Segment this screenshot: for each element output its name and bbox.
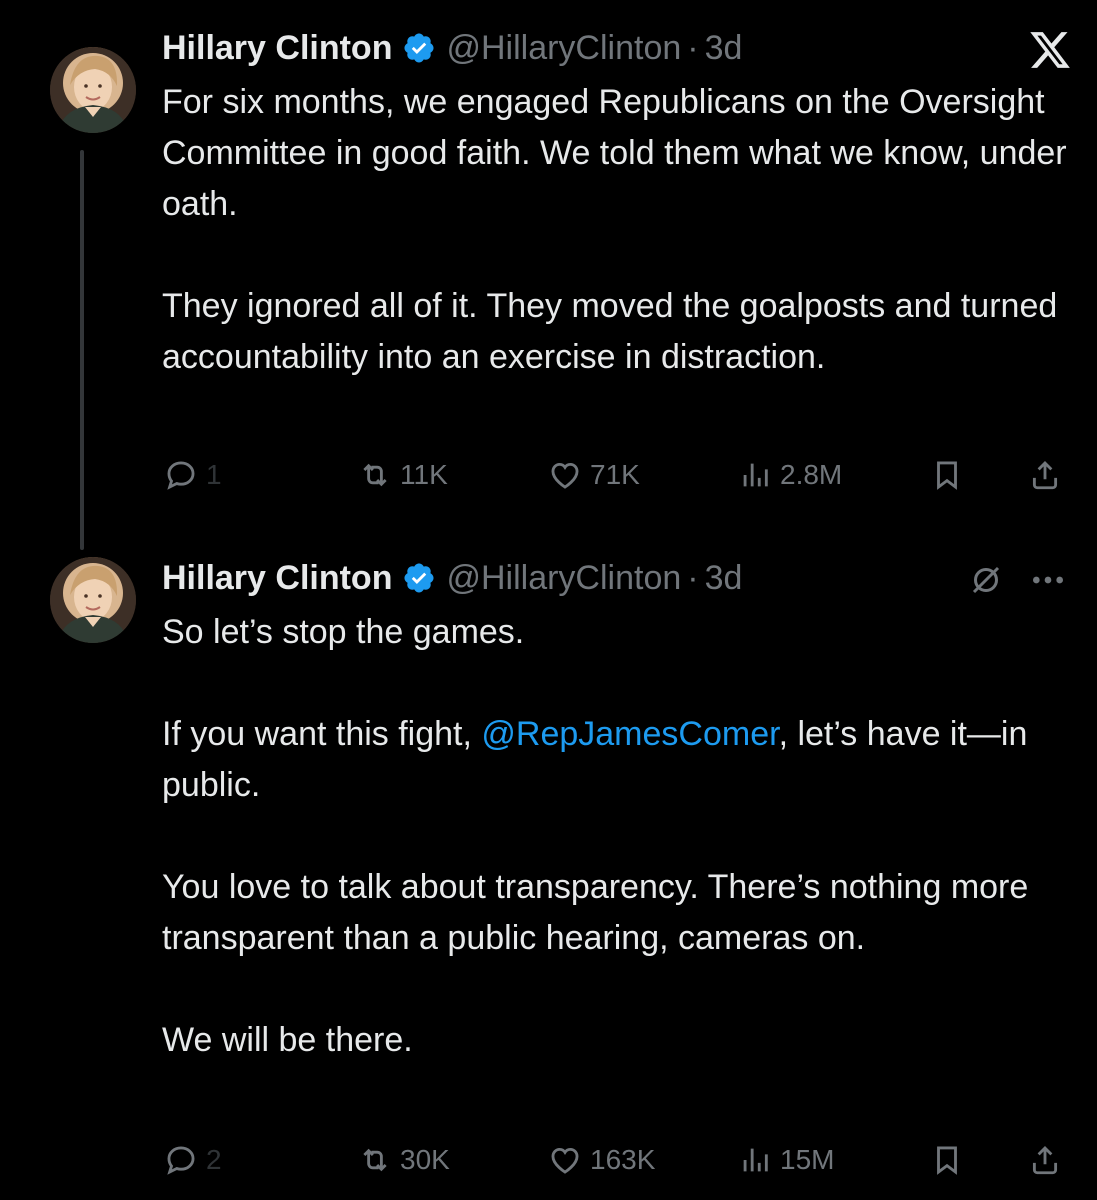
tweet-header: Hillary Clinton @HillaryClinton · 3d <box>162 25 742 71</box>
share-icon <box>1032 460 1058 490</box>
avatar[interactable] <box>50 47 136 133</box>
like-count: 71K <box>590 459 640 490</box>
header-separator: · <box>687 29 699 67</box>
share-button[interactable] <box>1028 1135 1062 1185</box>
avatar[interactable] <box>50 557 136 643</box>
reply-icon <box>167 461 195 490</box>
repost-count: 11K <box>400 459 448 490</box>
heart-icon <box>551 462 579 489</box>
action-bar: 2 30K 163K 15M <box>0 1135 1097 1185</box>
share-button[interactable] <box>1028 450 1062 500</box>
views-button[interactable]: 15M <box>738 1135 834 1185</box>
views-icon <box>743 1148 768 1172</box>
action-bar: 1 11K 71K 2.8M <box>0 450 1097 500</box>
author-handle[interactable]: @HillaryClinton <box>446 555 681 601</box>
tweet-header: Hillary Clinton @HillaryClinton · 3d <box>162 555 742 601</box>
like-button[interactable]: 71K <box>548 450 640 500</box>
timestamp[interactable]: 3d <box>705 25 743 71</box>
author-handle[interactable]: @HillaryClinton <box>446 25 681 71</box>
reply-count: 1 <box>206 459 222 490</box>
views-button[interactable]: 2.8M <box>738 450 842 500</box>
header-separator: · <box>687 559 699 597</box>
x-logo-icon <box>1028 28 1072 72</box>
heart-icon <box>551 1147 579 1174</box>
tweet-paragraph: If you want this fight, @RepJamesComer, … <box>162 709 1067 811</box>
bookmark-button[interactable] <box>930 1135 964 1185</box>
author-name[interactable]: Hillary Clinton <box>162 555 392 601</box>
tweet-paragraph: We will be there. <box>162 1021 413 1059</box>
bookmark-icon <box>937 461 957 490</box>
verified-badge-icon <box>402 31 436 65</box>
repost-count: 30K <box>400 1144 450 1175</box>
tweet-paragraph: For six months, we engaged Republicans o… <box>162 83 1067 223</box>
like-count: 163K <box>590 1144 656 1175</box>
reply-button[interactable]: 1 <box>164 450 222 500</box>
reply-icon <box>167 1146 195 1175</box>
verified-badge-icon <box>402 561 436 595</box>
share-icon <box>1032 1145 1058 1175</box>
repost-icon <box>363 1148 387 1172</box>
bookmark-button[interactable] <box>930 450 964 500</box>
author-name[interactable]: Hillary Clinton <box>162 25 392 71</box>
reply-button[interactable]: 2 <box>164 1135 222 1185</box>
like-button[interactable]: 163K <box>548 1135 655 1185</box>
tweet-text: For six months, we engaged Republicans o… <box>162 77 1067 383</box>
tweet-paragraph: You love to talk about transparency. The… <box>162 868 1029 957</box>
views-icon <box>743 463 768 487</box>
tweet-text: So let’s stop the games. If you want thi… <box>162 607 1067 1066</box>
bookmark-icon <box>937 1146 957 1175</box>
grok-icon[interactable] <box>968 555 1006 605</box>
more-icon[interactable] <box>1028 555 1070 605</box>
tweet-1[interactable]: Hillary Clinton @HillaryClinton · 3d For… <box>0 0 1097 550</box>
views-count: 2.8M <box>780 459 843 490</box>
views-count: 15M <box>780 1144 835 1175</box>
repost-button[interactable]: 11K <box>358 450 448 500</box>
tweet-2[interactable]: Hillary Clinton @HillaryClinton · 3d So … <box>0 550 1097 1200</box>
mention-link[interactable]: @RepJamesComer <box>481 715 778 753</box>
repost-button[interactable]: 30K <box>358 1135 450 1185</box>
tweet-paragraph: So let’s stop the games. <box>162 613 525 651</box>
tweet-paragraph: They ignored all of it. They moved the g… <box>162 287 1058 376</box>
paragraph-text: If you want this fight, <box>162 715 482 753</box>
timestamp[interactable]: 3d <box>705 555 743 601</box>
repost-icon <box>363 463 387 487</box>
reply-count: 2 <box>206 1144 222 1175</box>
